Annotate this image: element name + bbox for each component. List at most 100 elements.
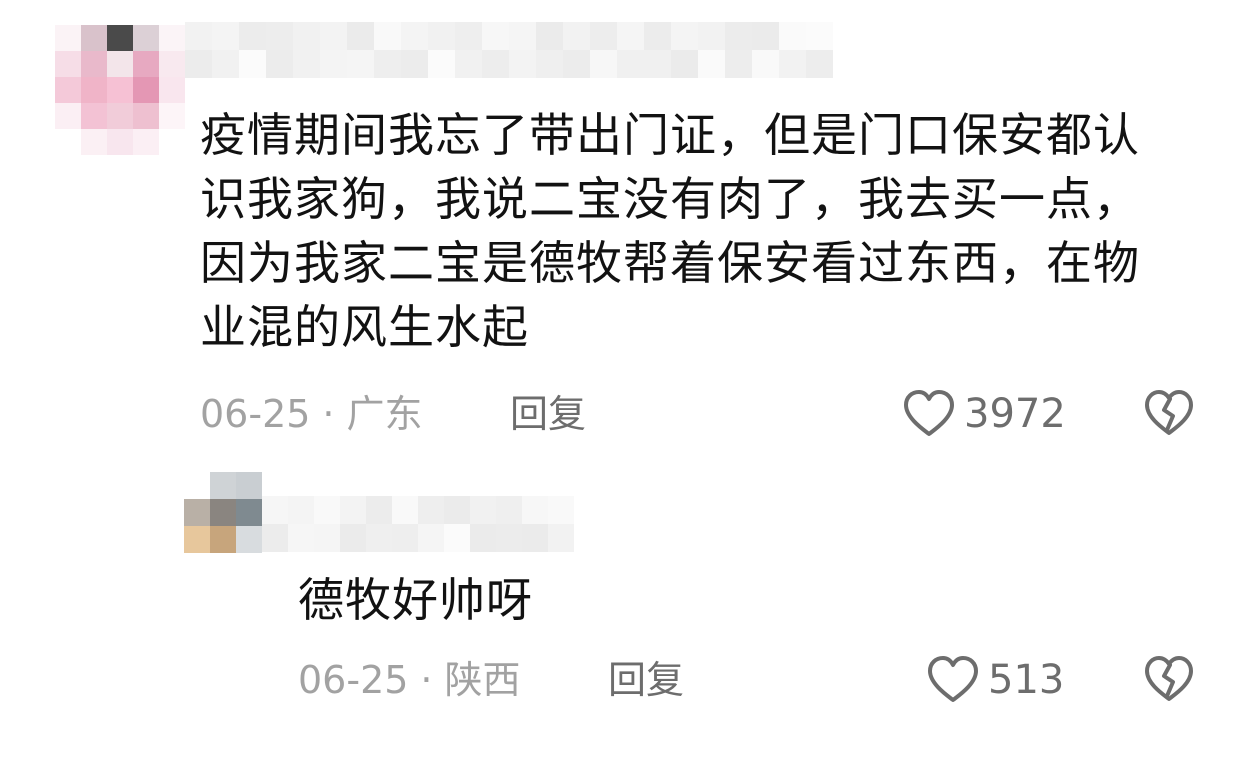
mosaic-cell (470, 496, 496, 524)
comment-text: 疫情期间我忘了带出门证，但是门口保安都认 识我家狗，我说二宝没有肉了，我去买一点… (200, 103, 1210, 359)
mosaic-cell (444, 524, 470, 552)
mosaic-cell (133, 129, 159, 155)
comment-line: 业混的风生水起 (200, 300, 529, 354)
mosaic-cell (671, 50, 698, 78)
mosaic-cell (293, 22, 320, 50)
mosaic-cell (401, 22, 428, 50)
avatar[interactable] (55, 25, 185, 155)
mosaic-cell (159, 51, 185, 77)
mosaic-cell (185, 50, 212, 78)
reply-avatar[interactable] (184, 472, 262, 553)
reply-meta: 06-25 · 陕西 (298, 657, 521, 703)
mosaic-cell (236, 526, 262, 553)
mosaic-cell (133, 51, 159, 77)
mosaic-cell (320, 50, 347, 78)
like-button[interactable]: 513 (926, 652, 1064, 708)
mosaic-cell (266, 22, 293, 50)
meta-separator: · (322, 392, 335, 436)
mosaic-cell (698, 50, 725, 78)
mosaic-cell (133, 103, 159, 129)
reply-button[interactable]: 回复 (510, 391, 586, 437)
mosaic-cell (212, 50, 239, 78)
reply-button[interactable]: 回复 (608, 657, 684, 703)
mosaic-cell (236, 499, 262, 526)
mosaic-cell (347, 50, 374, 78)
comment-line: 疫情期间我忘了带出门证，但是门口保安都认 (200, 108, 1140, 162)
comment-location: 广东 (346, 392, 423, 436)
mosaic-cell (288, 496, 314, 524)
mosaic-cell (482, 22, 509, 50)
heart-outline-icon (902, 389, 956, 439)
meta-separator: · (420, 658, 433, 702)
mosaic-cell (470, 524, 496, 552)
mosaic-cell (159, 25, 185, 51)
mosaic-cell (455, 22, 482, 50)
mosaic-cell (779, 22, 806, 50)
mosaic-cell (184, 526, 210, 553)
dislike-button[interactable] (1143, 654, 1195, 706)
mosaic-cell (779, 50, 806, 78)
mosaic-cell (81, 103, 107, 129)
mosaic-cell (752, 22, 779, 50)
reply-text: 德牧好帅呀 (298, 568, 998, 632)
mosaic-cell (212, 22, 239, 50)
comment-thread: 疫情期间我忘了带出门证，但是门口保安都认 识我家狗，我说二宝没有肉了，我去买一点… (0, 0, 1260, 768)
reply-location: 陕西 (444, 658, 521, 702)
mosaic-cell (320, 22, 347, 50)
mosaic-cell (418, 496, 444, 524)
mosaic-cell (81, 25, 107, 51)
comment-line: 识我家狗，我说二宝没有肉了，我去买一点， (200, 172, 1140, 226)
like-count: 3972 (964, 391, 1066, 437)
mosaic-cell (806, 50, 833, 78)
mosaic-cell (563, 22, 590, 50)
mosaic-cell (444, 496, 470, 524)
mosaic-cell (536, 50, 563, 78)
broken-heart-icon (1143, 390, 1195, 442)
mosaic-cell (698, 22, 725, 50)
mosaic-cell (81, 77, 107, 103)
mosaic-cell (548, 524, 574, 552)
mosaic-cell (347, 22, 374, 50)
mosaic-cell (239, 50, 266, 78)
mosaic-cell (366, 524, 392, 552)
mosaic-cell (392, 524, 418, 552)
mosaic-cell (107, 25, 133, 51)
mosaic-cell (617, 22, 644, 50)
like-count: 513 (988, 657, 1065, 703)
mosaic-cell (496, 524, 522, 552)
comment-meta: 06-25 · 广东 (200, 391, 423, 437)
username-blurred[interactable] (185, 22, 833, 78)
mosaic-cell (55, 51, 81, 77)
mosaic-cell (366, 496, 392, 524)
mosaic-cell (81, 129, 107, 155)
mosaic-cell (374, 50, 401, 78)
reply-username-blurred[interactable] (262, 496, 574, 552)
mosaic-cell (107, 51, 133, 77)
dislike-button[interactable] (1143, 388, 1195, 440)
mosaic-cell (159, 103, 185, 129)
mosaic-cell (671, 22, 698, 50)
reply-date: 06-25 (298, 658, 409, 702)
mosaic-cell (107, 129, 133, 155)
mosaic-cell (725, 50, 752, 78)
mosaic-cell (482, 50, 509, 78)
mosaic-cell (340, 496, 366, 524)
mosaic-cell (509, 22, 536, 50)
mosaic-cell (185, 22, 212, 50)
mosaic-cell (522, 496, 548, 524)
mosaic-cell (644, 22, 671, 50)
mosaic-cell (262, 496, 288, 524)
heart-outline-icon (926, 655, 980, 705)
mosaic-cell (210, 499, 236, 526)
mosaic-cell (184, 472, 210, 499)
mosaic-cell (107, 103, 133, 129)
mosaic-cell (752, 50, 779, 78)
mosaic-cell (725, 22, 752, 50)
mosaic-cell (590, 50, 617, 78)
like-button[interactable]: 3972 (902, 386, 1066, 442)
mosaic-cell (293, 50, 320, 78)
mosaic-cell (428, 22, 455, 50)
mosaic-cell (548, 496, 574, 524)
mosaic-cell (314, 496, 340, 524)
mosaic-cell (133, 25, 159, 51)
